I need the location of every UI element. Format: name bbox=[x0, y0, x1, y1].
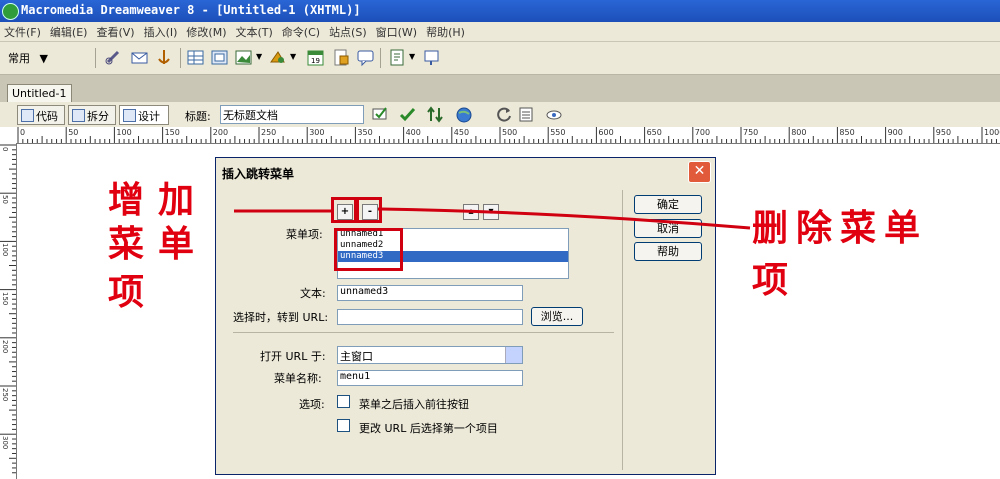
delete-annotation-line2: 项 bbox=[752, 259, 789, 301]
delete-annotation-line1: 删除菜单 bbox=[752, 207, 929, 249]
add-annotation-line1: 增加 bbox=[108, 179, 209, 221]
delete-pointer-line bbox=[377, 207, 751, 230]
add-annotation-line2: 菜单 bbox=[108, 223, 209, 265]
add-annotation-line3: 项 bbox=[108, 271, 145, 313]
